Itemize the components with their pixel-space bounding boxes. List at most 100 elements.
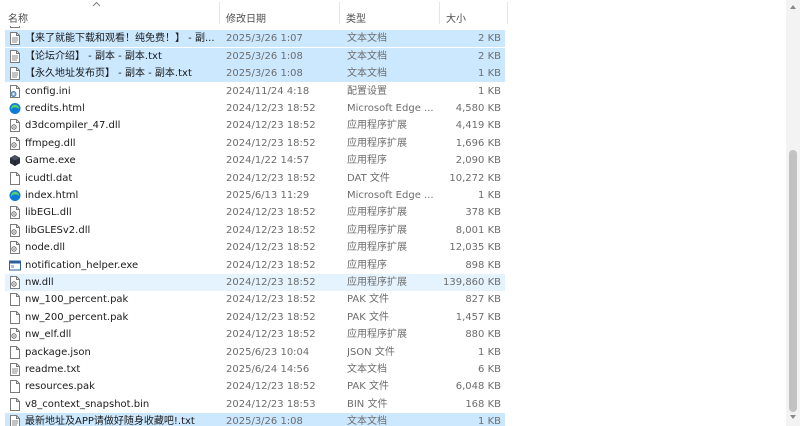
file-size: 827 KB: [465, 294, 501, 306]
file-name: credits.html: [25, 103, 85, 114]
blank-file-icon: [9, 310, 21, 324]
file-name: v8_context_snapshot.bin: [25, 398, 150, 410]
file-size: 4,580 KB: [455, 103, 501, 114]
modified-date: 2024/12/23 18:52: [226, 224, 316, 236]
file-name: ffmpeg.dll: [25, 137, 76, 149]
file-name: libGLESv2.dll: [25, 224, 91, 236]
file-size: 168 KB: [465, 398, 501, 410]
file-row[interactable]: nw_elf.dll 2024/12/23 18:52 应用程序扩展 880 KB: [5, 326, 505, 343]
dll-file-icon: [9, 241, 21, 255]
file-row[interactable]: icudtl.dat 2024/12/23 18:52 DAT 文件 10,272 K…: [5, 170, 505, 187]
file-name: 【论坛介绍】 - 副本 - 副本.txt: [25, 50, 162, 62]
dll-file-icon: [9, 276, 21, 289]
file-type: 文本文档: [347, 68, 387, 80]
file-type: 应用程序扩展: [347, 137, 407, 149]
file-row[interactable]: nw_200_percent.pak 2024/12/23 18:52 PAK 文件…: [5, 309, 505, 326]
file-size: 8,001 KB: [455, 224, 501, 236]
column-divider[interactable]: [507, 2, 508, 24]
file-row[interactable]: nw_100_percent.pak 2024/12/23 18:52 PAK 文件…: [5, 291, 505, 308]
file-type: 配置设置: [347, 85, 387, 97]
modified-date: 2024/12/23 18:52: [226, 207, 316, 219]
column-type-header[interactable]: 类型: [346, 10, 366, 25]
file-name: d3dcompiler_47.dll: [25, 120, 121, 132]
text-file-icon: [9, 49, 21, 63]
modified-date: 2025/3/26 1:08: [226, 416, 303, 426]
dll-file-icon: [9, 328, 21, 342]
file-row[interactable]: 【论坛介绍】 - 副本 - 副本.txt 2025/3/26 1:08 文本文档 2 …: [5, 47, 505, 65]
file-size: 6,048 KB: [455, 381, 501, 393]
file-size: 139,860 KB: [443, 277, 501, 288]
file-name: config.ini: [25, 85, 71, 97]
modified-date: 2024/12/23 18:52: [226, 277, 316, 288]
modified-date: 2024/12/23 18:52: [226, 294, 316, 306]
column-divider[interactable]: [339, 2, 340, 24]
file-name: index.html: [25, 190, 79, 201]
file-row[interactable]: readme.txt 2025/6/24 14:56 文本文档 6 KB: [5, 361, 505, 378]
file-row[interactable]: notification_helper.exe 2024/12/23 18:52 应…: [5, 257, 505, 274]
file-type: JSON 文件: [347, 346, 395, 358]
file-type: 应用程序扩展: [347, 207, 407, 219]
text-file-icon: [9, 67, 21, 81]
file-name: 【来了就能下载和观看！纯免费！】 - 副...: [25, 33, 215, 45]
modified-date: 2025/3/26 1:07: [226, 33, 303, 45]
modified-date: 2024/11/24 4:18: [226, 85, 310, 97]
file-row[interactable]: libEGL.dll 2024/12/23 18:52 应用程序扩展 378 KB: [5, 204, 505, 221]
file-size: 12,035 KB: [449, 242, 501, 254]
file-type: BIN 文件: [347, 398, 388, 410]
file-row[interactable]: Game.exe 2024/1/22 14:57 应用程序 2,090 KB: [5, 152, 505, 169]
file-size: 4,419 KB: [455, 120, 501, 132]
column-header: 名称 修改日期 类型 大小: [0, 0, 786, 26]
column-size-header[interactable]: 大小: [446, 10, 466, 25]
file-size: 1 KB: [478, 346, 501, 358]
file-size: 1,696 KB: [455, 137, 501, 149]
file-row[interactable]: libGLESv2.dll 2024/12/23 18:52 应用程序扩展 8,001…: [5, 222, 505, 239]
file-row[interactable]: v8_context_snapshot.bin 2024/12/23 18:53 B…: [5, 396, 505, 413]
file-name: node.dll: [25, 242, 66, 254]
column-date-header[interactable]: 修改日期: [226, 10, 266, 25]
modified-date: 2024/12/23 18:52: [226, 259, 316, 271]
scroll-up-icon[interactable]: [789, 4, 797, 10]
file-type: 应用程序: [347, 155, 387, 167]
file-row[interactable]: 最新地址及APP请做好随身收藏吧!.txt 2025/3/26 1:08 文本文档 1…: [5, 413, 505, 426]
blank-file-icon: [9, 380, 21, 394]
modified-date: 2024/12/23 18:52: [226, 120, 316, 132]
edge-icon: [9, 189, 21, 202]
scroll-down-icon[interactable]: [789, 414, 797, 420]
modified-date: 2025/6/24 14:56: [226, 364, 310, 375]
file-row[interactable]: 【永久地址发布页】 - 副本 - 副本.txt 2025/3/26 1:08 文本文…: [5, 65, 505, 83]
file-row[interactable]: resources.pak 2024/12/23 18:52 PAK 文件 6,048…: [5, 378, 505, 395]
file-name: nw_100_percent.pak: [25, 294, 129, 306]
file-row[interactable]: config.ini 2024/11/24 4:18 配置设置 1 KB: [5, 83, 505, 100]
modified-date: 2024/12/23 18:52: [226, 381, 316, 393]
file-name: libEGL.dll: [25, 207, 72, 219]
settings-file-icon: [9, 84, 21, 98]
file-row[interactable]: d3dcompiler_47.dll 2024/12/23 18:52 应用程序扩展…: [5, 117, 505, 134]
file-row[interactable]: ffmpeg.dll 2024/12/23 18:52 应用程序扩展 1,696 KB: [5, 135, 505, 152]
file-size: 2,090 KB: [455, 155, 501, 167]
modified-date: 2024/12/23 18:52: [226, 329, 316, 341]
file-row[interactable]: index.html 2025/6/13 11:29 Microsoft Edge …: [5, 187, 505, 204]
vertical-scrollbar[interactable]: [786, 0, 800, 426]
file-type: 应用程序扩展: [347, 329, 407, 341]
file-row[interactable]: nw.dll 2024/12/23 18:52 应用程序扩展 139,860 KB: [5, 274, 505, 291]
modified-date: 2024/1/22 14:57: [226, 155, 310, 167]
blank-file-icon: [9, 171, 21, 185]
modified-date: 2025/6/23 10:04: [226, 346, 310, 358]
file-row[interactable]: credits.html 2024/12/23 18:52 Microsoft Ed…: [5, 100, 505, 117]
file-name: icudtl.dat: [25, 172, 73, 184]
dll-file-icon: [9, 206, 21, 220]
modified-date: 2024/12/23 18:52: [226, 103, 316, 114]
file-list: 【来了就能下载和观看！纯免费！】 - 副... 2025/3/26 1:07 文本文…: [0, 26, 786, 426]
file-row[interactable]: [5, 26, 505, 30]
file-row[interactable]: package.json 2025/6/23 10:04 JSON 文件 1 KB: [5, 344, 505, 361]
file-type: DAT 文件: [347, 172, 390, 184]
file-type: 应用程序扩展: [347, 224, 407, 236]
file-name: Game.exe: [25, 155, 76, 167]
file-row[interactable]: 【来了就能下载和观看！纯免费！】 - 副... 2025/3/26 1:07 文本文…: [5, 30, 505, 48]
file-row[interactable]: node.dll 2024/12/23 18:52 应用程序扩展 12,035 KB: [5, 239, 505, 256]
column-divider[interactable]: [439, 2, 440, 24]
file-size: 1 KB: [478, 416, 501, 426]
scrollbar-thumb[interactable]: [789, 150, 797, 412]
column-divider[interactable]: [219, 2, 220, 24]
column-name-header[interactable]: 名称: [8, 10, 28, 25]
